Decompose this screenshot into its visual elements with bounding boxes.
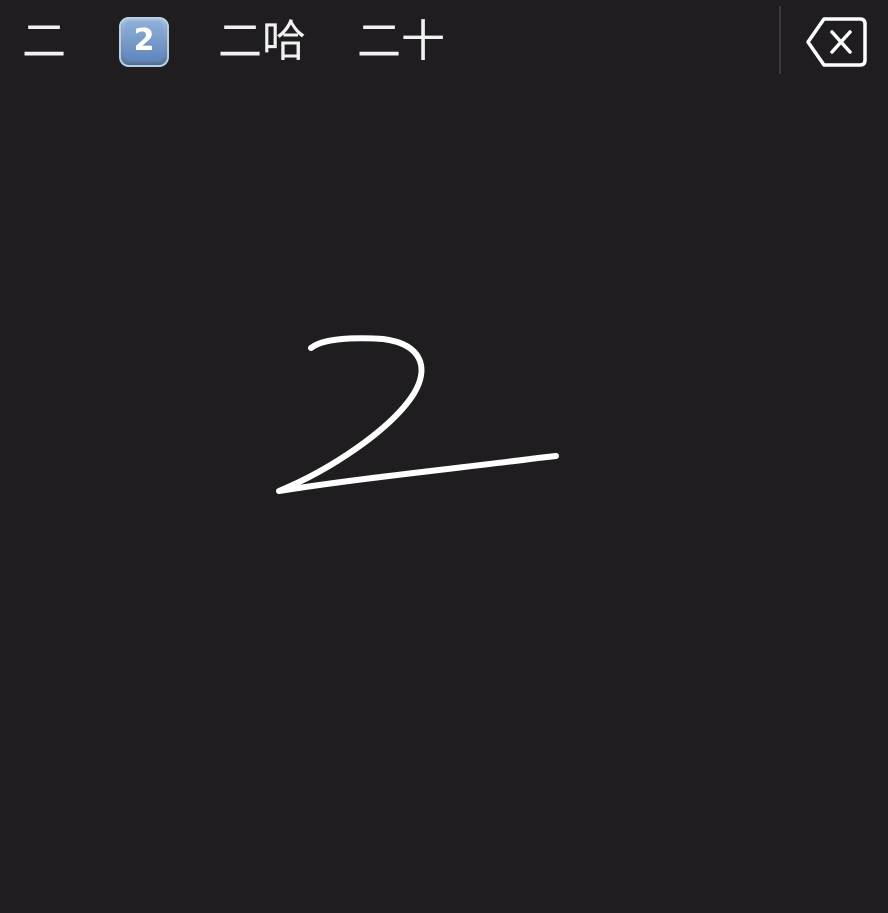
candidate-keycap-two-emoji[interactable]: 2 xyxy=(119,17,169,67)
candidate-erha[interactable]: 二哈 xyxy=(218,14,306,70)
candidate-ershi[interactable]: 二十 xyxy=(357,14,445,70)
handwritten-stroke xyxy=(276,335,559,494)
handwriting-keyboard: 二 2 二哈 二十 xyxy=(0,0,888,913)
handwriting-canvas[interactable] xyxy=(0,84,888,913)
delete-button[interactable] xyxy=(804,16,868,68)
delete-backspace-icon xyxy=(806,17,867,67)
candidate-divider xyxy=(779,6,781,74)
keycap-digit: 2 xyxy=(124,21,164,61)
candidate-er[interactable]: 二 xyxy=(22,14,66,70)
candidate-bar: 二 2 二哈 二十 xyxy=(0,0,888,84)
